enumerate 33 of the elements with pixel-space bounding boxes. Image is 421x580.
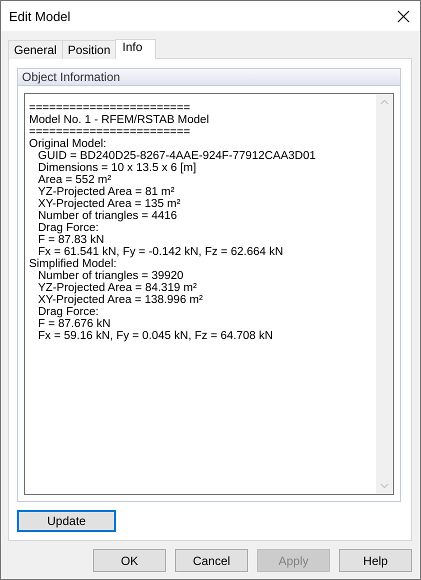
tab[interactable]: Position [62, 40, 116, 59]
info-line: Number of triangles = 39920 [38, 270, 184, 282]
info-line: Fx = 61.541 kN, Fy = -0.142 kN, Fz = 62.664 kN [38, 246, 284, 258]
info-line: YZ-Projected Area = 81 m² [38, 186, 176, 198]
scroll-up-icon[interactable] [380, 99, 389, 105]
window-title: Edit Model [9, 8, 70, 24]
info-line: ======================== [29, 126, 192, 138]
info-line: Drag Force: [38, 222, 100, 234]
scrollbar[interactable] [376, 94, 393, 494]
info-line: F = 87.676 kN [38, 318, 112, 330]
info-line: Area = 552 m² [38, 174, 112, 186]
tab[interactable]: Info [115, 39, 156, 59]
info-line: Drag Force: [38, 306, 100, 318]
scroll-down-icon[interactable] [380, 483, 389, 489]
update-button[interactable]: Update [17, 510, 116, 532]
close-icon[interactable] [397, 10, 410, 22]
info-line: Model No. 1 - RFEM/RSTAB Model [29, 114, 210, 126]
info-line: XY-Projected Area = 135 m² [38, 198, 182, 210]
info-line: Number of triangles = 4416 [38, 210, 178, 222]
info-line: Simplified Model: [29, 258, 118, 270]
info-line: XY-Projected Area = 138.996 m² [38, 294, 204, 306]
info-line: ======================== [29, 102, 192, 114]
dialog-button[interactable]: Cancel [175, 549, 248, 572]
dialog-button[interactable]: OK [93, 549, 166, 572]
info-line: GUID = BD240D25-8267-4AAE-924F-77912CAA3D01 [38, 150, 317, 162]
info-line: Fx = 59.16 kN, Fy = 0.045 kN, Fz = 64.708 kN [38, 330, 274, 342]
group-title: Object Information [18, 69, 400, 86]
info-line: Dimensions = 10 x 13.5 x 6 [m] [38, 162, 198, 174]
dialog-button[interactable]: Help [339, 549, 412, 572]
tab[interactable]: General [8, 40, 63, 59]
info-line: YZ-Projected Area = 84.319 m² [38, 282, 198, 294]
info-line: F = 87.83 kN [38, 234, 106, 246]
info-line: Original Model: [29, 138, 108, 150]
